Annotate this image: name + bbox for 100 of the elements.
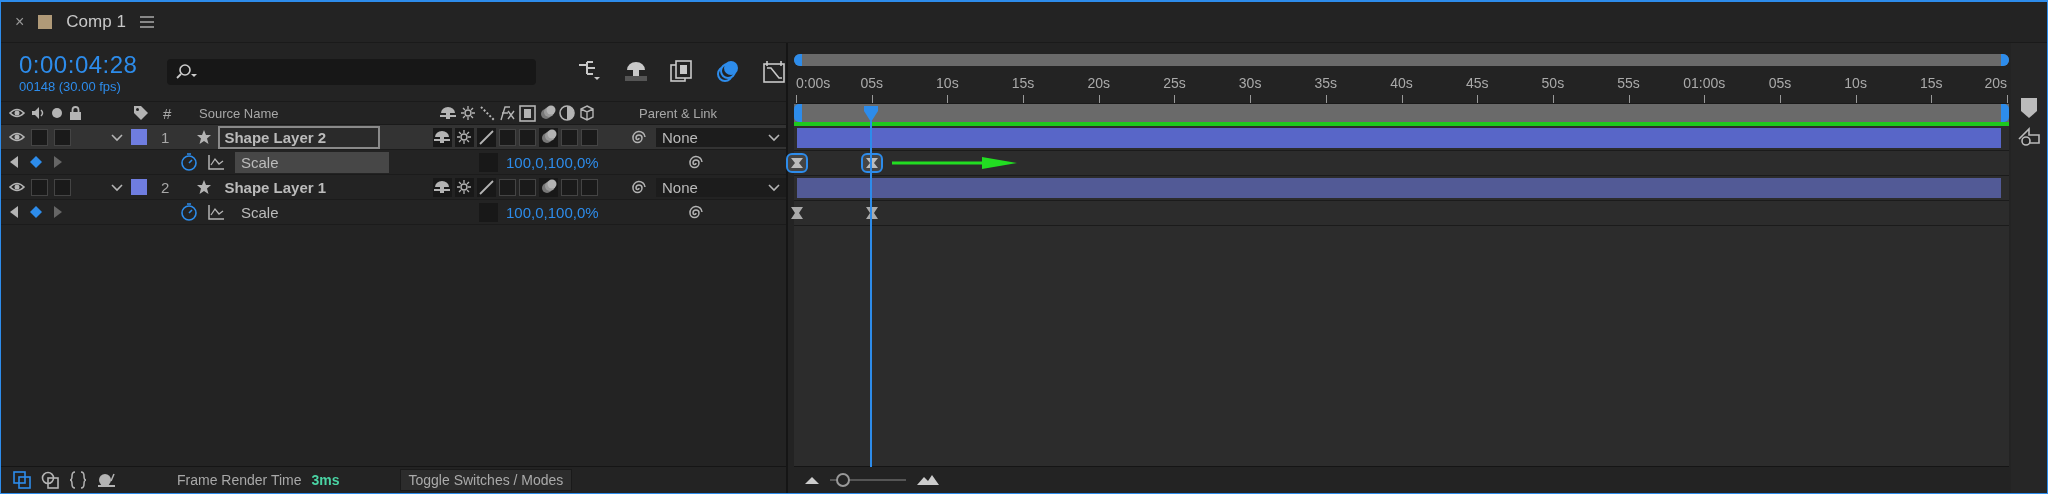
next-keyframe-icon[interactable] <box>53 205 63 219</box>
comp-button-icon[interactable] <box>2017 127 2041 147</box>
caret-icon[interactable] <box>110 182 123 192</box>
caret-icon[interactable] <box>110 132 123 142</box>
property-name[interactable]: Scale <box>235 201 389 223</box>
layer-name[interactable]: Shape Layer 2 <box>218 125 381 149</box>
stopwatch-button[interactable] <box>179 152 198 172</box>
switch-box[interactable] <box>580 128 598 146</box>
switch-box[interactable] <box>498 128 516 146</box>
switch-box[interactable] <box>580 178 598 196</box>
lock-icon <box>69 105 82 121</box>
keyframe-icon[interactable] <box>790 206 804 220</box>
pick-whip-icon[interactable] <box>630 179 646 195</box>
ruler-label: 45s <box>1465 75 1489 91</box>
eye-icon[interactable] <box>9 180 25 194</box>
stopwatch-icon <box>179 153 198 171</box>
label-icon <box>133 105 149 121</box>
keyframe-icon[interactable] <box>860 153 883 173</box>
zoom-out-icon[interactable] <box>804 475 820 485</box>
switch-box[interactable] <box>31 178 48 196</box>
switch-box[interactable] <box>518 178 536 196</box>
motion-blur-switch[interactable] <box>538 127 558 147</box>
cube-icon <box>579 104 596 122</box>
next-keyframe-icon[interactable] <box>53 155 63 169</box>
quality-icon <box>479 105 495 121</box>
collapse-icon <box>456 129 473 145</box>
collapse-icon <box>460 105 476 121</box>
collapse-icon <box>456 179 473 195</box>
marker-icon[interactable] <box>2020 97 2038 119</box>
caret-icon <box>768 132 780 142</box>
motion-blur-icon[interactable] <box>716 60 740 84</box>
switch-box[interactable] <box>518 128 536 146</box>
shy-icon <box>433 179 452 195</box>
shy-switch[interactable] <box>432 177 452 197</box>
stopwatch-button[interactable] <box>179 202 198 222</box>
frame-count: 00148 (30.00 fps) <box>19 78 122 94</box>
switch-box[interactable] <box>498 178 516 196</box>
graph-icon[interactable] <box>208 203 225 221</box>
layer-number: 1 <box>160 128 170 146</box>
ruler-label: 15s <box>1920 75 1943 91</box>
property-value[interactable]: 100,0,100,0% <box>506 203 599 221</box>
ruler-label: 05s <box>1768 75 1792 91</box>
zoom-in-icon[interactable] <box>916 474 940 486</box>
property-value[interactable]: 100,0,100,0% <box>506 153 599 171</box>
quality-switch[interactable] <box>476 127 496 147</box>
motion-blur-icon <box>539 178 557 196</box>
column-header[interactable]: # <box>163 104 172 122</box>
label-swatch[interactable] <box>130 129 147 145</box>
layer-name[interactable]: Shape Layer 1 <box>218 175 381 199</box>
ruler-label: 50s <box>1541 75 1565 91</box>
keyframe-icon[interactable] <box>786 153 808 173</box>
property-name[interactable]: Scale <box>235 151 389 173</box>
layer-switch-icon[interactable] <box>41 471 59 489</box>
ruler-label: 01:00s <box>1683 75 1726 91</box>
shy-switch[interactable] <box>432 127 452 147</box>
pick-whip-icon[interactable] <box>630 129 646 145</box>
tab-title[interactable]: Comp 1 <box>66 12 126 32</box>
keyframe-icon[interactable] <box>29 205 43 219</box>
keyframe-icon[interactable] <box>29 155 43 169</box>
collapse-switch[interactable] <box>454 177 474 197</box>
shy-icon <box>433 129 452 145</box>
render-time-label: Frame Render Time <box>177 472 302 488</box>
close-button[interactable]: × <box>15 13 25 31</box>
parent-dropdown[interactable]: None <box>656 177 786 197</box>
previous-keyframe-icon[interactable] <box>9 155 19 169</box>
switch-box[interactable] <box>31 128 48 146</box>
motion-blur-switch[interactable] <box>538 177 558 197</box>
search-field[interactable] <box>167 59 536 85</box>
column-header[interactable]: Source Name <box>199 105 279 121</box>
slider-thumb[interactable] <box>836 473 851 487</box>
collapse-switch[interactable] <box>454 127 474 147</box>
effects-icon <box>498 105 516 121</box>
label-swatch[interactable] <box>130 179 147 195</box>
pick-whip-icon[interactable] <box>687 204 703 220</box>
snail-icon[interactable] <box>97 472 117 488</box>
switch-box[interactable] <box>54 178 71 196</box>
switch-box[interactable] <box>560 128 578 146</box>
frame-blend-icon[interactable] <box>670 60 694 84</box>
switch-box[interactable] <box>54 128 71 146</box>
menu-icon[interactable] <box>139 16 154 28</box>
motion-blur-icon <box>539 128 557 146</box>
eye-icon <box>9 106 25 120</box>
eye-icon[interactable] <box>9 130 25 144</box>
shy-icon[interactable] <box>624 60 648 84</box>
current-time[interactable]: 0:00:04:28 <box>19 50 138 79</box>
parent-dropdown[interactable]: None <box>656 127 786 147</box>
solo-icon <box>51 106 63 120</box>
star-icon <box>196 179 213 195</box>
column-header[interactable]: Parent & Link <box>639 105 718 121</box>
toggle-switches-button[interactable]: Toggle Switches / Modes <box>399 469 573 491</box>
composition-icon[interactable] <box>13 471 31 489</box>
switch-box[interactable] <box>560 178 578 196</box>
braces-icon[interactable] <box>69 471 87 489</box>
ruler-label: 20s <box>1087 75 1111 91</box>
previous-keyframe-icon[interactable] <box>9 205 19 219</box>
ruler-label: 30s <box>1238 75 1262 91</box>
quality-switch[interactable] <box>476 177 496 197</box>
pick-whip-icon[interactable] <box>687 154 703 170</box>
graph-editor-icon[interactable] <box>762 60 786 84</box>
graph-icon[interactable] <box>208 153 225 171</box>
